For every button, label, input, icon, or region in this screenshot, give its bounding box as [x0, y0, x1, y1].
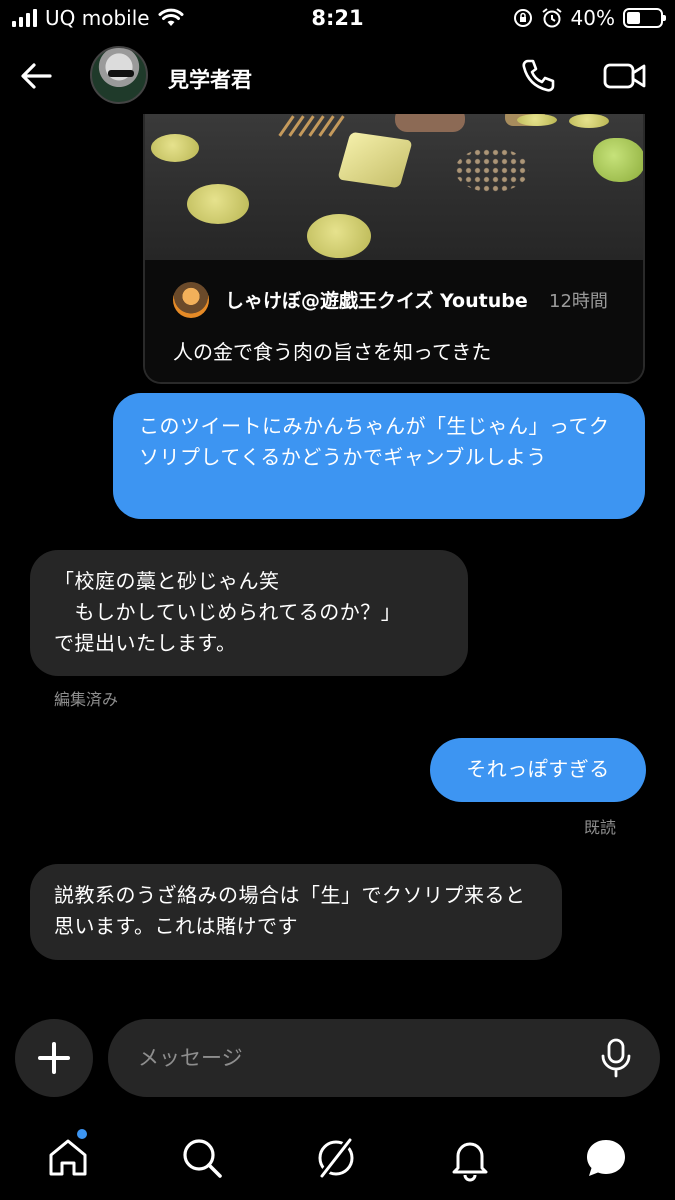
bottom-nav [0, 1120, 675, 1200]
post-image[interactable] [145, 114, 643, 260]
post-author: しゃけぼ@遊戯王クイズ Youtube [225, 290, 528, 312]
bell-icon[interactable] [446, 1134, 494, 1182]
post-author-avatar [173, 282, 209, 318]
message-input[interactable] [138, 1039, 578, 1077]
message-bubble-received[interactable]: 「校庭の藁と砂じゃん笑 もしかしていじめられてるのか？」 で提出いたします。 [30, 550, 468, 676]
post-footer: しゃけぼ@遊戯王クイズ Youtube 12時間 人の金で食う肉の旨さを知ってき… [145, 260, 643, 382]
contact-name[interactable]: 見学者君 [168, 64, 252, 94]
microphone-icon[interactable] [596, 1037, 636, 1079]
home-notification-badge [77, 1129, 87, 1139]
message-composer [108, 1019, 660, 1097]
home-icon[interactable] [44, 1134, 92, 1182]
battery-icon [623, 8, 666, 28]
plus-icon [38, 1042, 70, 1074]
explore-icon[interactable] [312, 1134, 360, 1182]
avatar[interactable] [90, 46, 148, 104]
post-text: 人の金で食う肉の旨さを知ってきた [173, 340, 492, 364]
search-icon[interactable] [178, 1134, 226, 1182]
battery-percent: 40% [570, 6, 615, 30]
alarm-icon [541, 8, 562, 28]
phone-icon[interactable] [518, 56, 558, 96]
status-right: 40% [513, 6, 666, 30]
battery-fill [627, 12, 640, 24]
add-attachment-button[interactable] [15, 1019, 93, 1097]
orientation-lock-icon [513, 9, 532, 27]
post-time: 12時間 [549, 291, 608, 312]
message-bubble-sent[interactable]: このツイートにみかんちゃんが「生じゃん」ってクソリプしてくるかどうかでギャンブル… [113, 393, 645, 519]
chat-icon[interactable] [582, 1134, 630, 1182]
message-bubble-received[interactable]: 説教系のうざ絡みの場合は「生」でクソリプ来ると思います。これは賭けです [30, 864, 562, 960]
shared-post[interactable]: しゃけぼ@遊戯王クイズ Youtube 12時間 人の金で食う肉の旨さを知ってき… [143, 114, 645, 384]
chat-header: 見学者君 [0, 40, 675, 114]
edited-label: 編集済み [54, 690, 119, 709]
back-arrow-icon[interactable] [16, 56, 56, 96]
video-camera-icon[interactable] [602, 56, 648, 96]
status-bar: UQ mobile 8:21 40% [0, 0, 675, 38]
read-receipt: 既読 [584, 818, 617, 837]
message-bubble-sent[interactable]: それっぽすぎる [430, 738, 646, 802]
